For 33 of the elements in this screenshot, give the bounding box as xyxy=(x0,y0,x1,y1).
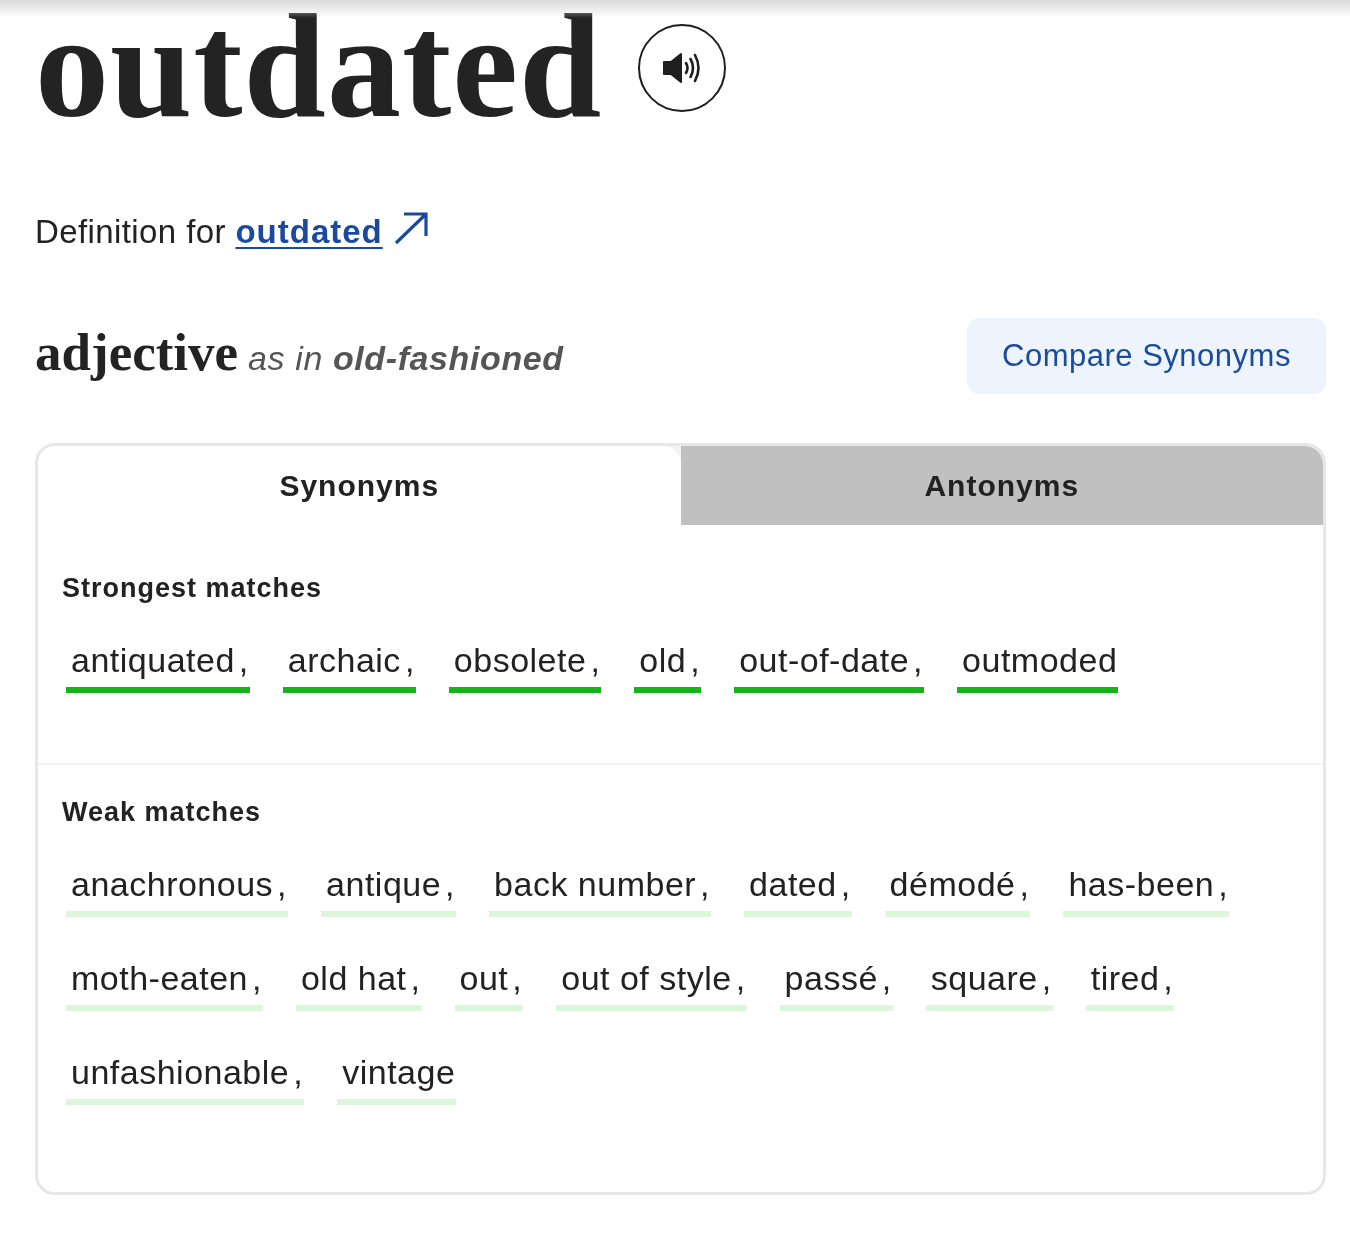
group-heading: Weak matches xyxy=(62,797,263,828)
definition-line: Definition for outdated xyxy=(35,211,1326,253)
synonym-link[interactable]: outmoded xyxy=(957,639,1119,694)
synonym-link[interactable]: anachronous, xyxy=(66,863,289,918)
synonym-link[interactable]: out of style, xyxy=(556,957,747,1012)
headword: outdated xyxy=(35,0,603,134)
synonym-link[interactable]: antiquated, xyxy=(66,639,250,694)
synonym-link[interactable]: moth-eaten, xyxy=(66,957,263,1012)
synonym-link[interactable]: vintage xyxy=(337,1051,457,1106)
group-heading: Strongest matches xyxy=(62,573,324,604)
synonym-link[interactable]: unfashionable, xyxy=(66,1051,305,1106)
synonym-link[interactable]: old hat, xyxy=(295,957,422,1012)
definition-link[interactable]: outdated xyxy=(235,213,429,251)
synonym-link[interactable]: back number, xyxy=(489,863,712,918)
external-arrow-icon xyxy=(392,211,429,246)
speaker-icon xyxy=(662,52,703,84)
synonym-link[interactable]: antique, xyxy=(321,863,457,918)
tab[interactable]: Synonyms xyxy=(38,446,681,526)
synonym-link[interactable]: obsolete, xyxy=(448,639,602,694)
synonym-link[interactable]: old, xyxy=(634,639,702,694)
part-of-speech: adjective xyxy=(35,322,239,383)
tab[interactable]: Antonyms xyxy=(680,446,1323,526)
synonym-link[interactable]: square, xyxy=(925,957,1053,1012)
synonym-link[interactable]: out-of-date, xyxy=(734,639,925,694)
synonym-link[interactable]: tired, xyxy=(1085,957,1175,1012)
synonym-link[interactable]: archaic, xyxy=(282,639,416,694)
synonym-link[interactable]: out, xyxy=(454,957,524,1012)
sense-phrase: as in old-fashioned xyxy=(248,339,564,379)
synonym-link[interactable]: dated, xyxy=(744,863,852,918)
compare-synonyms-button[interactable]: Compare Synonyms xyxy=(967,318,1326,395)
synonym-link[interactable]: passé, xyxy=(779,957,893,1012)
synonym-link[interactable]: has-been, xyxy=(1063,863,1230,918)
synonym-link[interactable]: démodé, xyxy=(884,863,1031,918)
